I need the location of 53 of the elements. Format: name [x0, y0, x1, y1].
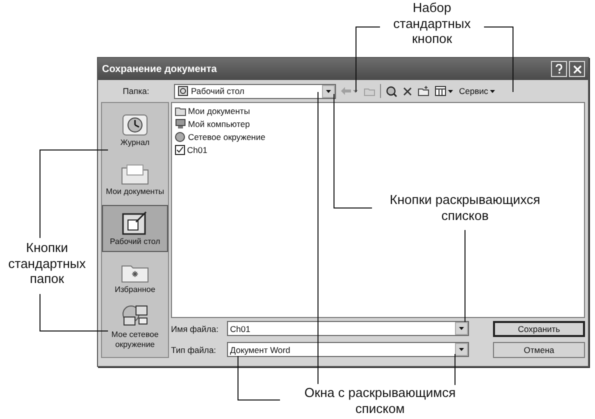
dialog-button[interactable]: Сохранить: [493, 321, 585, 337]
caret-icon: [326, 90, 331, 92]
caret-icon: [459, 348, 464, 351]
dialog-button[interactable]: Отмена: [493, 342, 585, 358]
close-icon: [572, 64, 582, 74]
delete-button[interactable]: [402, 86, 413, 96]
folder-combo[interactable]: Рабочий стол: [174, 84, 336, 98]
field-value: Документ Word: [230, 344, 292, 354]
caret-icon: [459, 327, 464, 330]
field-label: Тип файла:: [171, 344, 218, 354]
places-item-label: Рабочий стол: [110, 236, 160, 246]
views-button[interactable]: [434, 86, 454, 96]
caret-icon: [353, 90, 358, 92]
window-title: Сохранение документа: [102, 64, 218, 74]
places-item[interactable]: Избранное: [102, 254, 168, 301]
places-item-label: Журнал: [120, 138, 150, 148]
help-button[interactable]: [551, 61, 567, 77]
places-item-label: Избранное: [114, 284, 156, 294]
close-button[interactable]: [569, 61, 585, 77]
desktop-icon: [178, 86, 188, 96]
folder-icon: [175, 106, 186, 116]
tools-menu-button[interactable]: Сервис: [458, 86, 496, 96]
file-item[interactable]: Сетевое окружение: [188, 132, 266, 142]
leader-line: [40, 294, 108, 332]
places-item[interactable]: Мои документы: [102, 156, 168, 203]
places-item-label: Мое сетевое окружение: [110, 330, 160, 349]
combo-field[interactable]: Ch01: [227, 321, 469, 336]
dropdown-button[interactable]: [455, 322, 468, 335]
desktop-icon: [122, 210, 148, 235]
places-item[interactable]: Мое сетевое окружение: [102, 303, 168, 350]
field-value: Ch01: [230, 324, 252, 334]
leader-line: [238, 356, 282, 400]
file-item[interactable]: Ch01: [187, 145, 208, 155]
folder-label: Папка:: [122, 86, 150, 96]
caret-icon: [490, 90, 496, 92]
file-item[interactable]: Мой компьютер: [188, 119, 250, 129]
computer-icon: [175, 119, 186, 129]
network-computers-icon: [121, 304, 149, 328]
places-item[interactable]: Рабочий стол: [102, 205, 168, 252]
help-icon: [555, 64, 563, 74]
caret-icon: [448, 90, 453, 92]
file-item[interactable]: Мои документы: [188, 106, 250, 116]
dropdown-button[interactable]: [455, 343, 468, 356]
combo-field[interactable]: Документ Word: [227, 342, 469, 357]
dropdown-button[interactable]: [322, 84, 335, 98]
folder-icon: [121, 162, 149, 185]
search-button[interactable]: [385, 86, 398, 96]
new-folder-button[interactable]: [417, 86, 430, 96]
folder-value: Рабочий стол: [191, 86, 246, 96]
places-item[interactable]: Журнал: [102, 107, 168, 154]
field-label: Имя файла:: [171, 324, 220, 334]
places-item-label: Мои документы: [106, 186, 164, 196]
clock-icon: [122, 114, 148, 136]
